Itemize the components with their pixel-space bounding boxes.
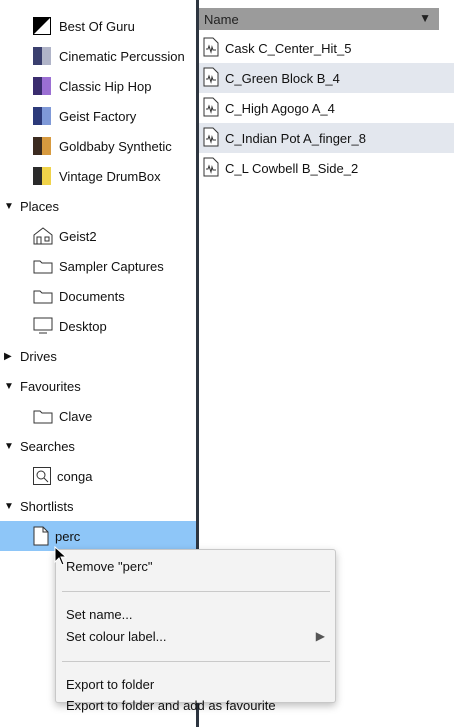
place-label: Sampler Captures — [59, 258, 164, 274]
file-row[interactable]: C_High Agogo A_4 — [199, 93, 454, 123]
place-label: Desktop — [59, 318, 107, 334]
search-icon — [33, 467, 51, 485]
menu-item-remove[interactable]: Remove "perc" — [66, 558, 153, 576]
kit-icon — [33, 17, 51, 35]
section-label: Drives — [20, 348, 57, 364]
favourite-label: Clave — [59, 408, 93, 424]
section-searches[interactable]: ▼ Searches — [0, 431, 196, 461]
section-shortlists[interactable]: ▼ Shortlists — [0, 491, 196, 521]
kit-icon — [33, 47, 51, 65]
mouse-pointer-icon — [54, 545, 68, 569]
folder-icon — [33, 408, 53, 424]
desktop-icon — [33, 317, 53, 335]
kit-label: Best Of Guru — [59, 18, 135, 34]
expanded-arrow-icon[interactable]: ▼ — [4, 501, 18, 512]
collapsed-arrow-icon[interactable]: ▶ — [4, 351, 18, 362]
folder-icon — [33, 288, 53, 304]
file-name: Cask C_Center_Hit_5 — [225, 40, 352, 56]
kit-label: Classic Hip Hop — [59, 78, 152, 94]
menu-separator — [62, 661, 330, 662]
search-label: conga — [57, 468, 93, 484]
sort-arrow-icon[interactable]: ▼ — [419, 11, 431, 25]
section-places[interactable]: ▼ Places — [0, 191, 196, 221]
menu-item-export-and-favourite[interactable]: Export to folder and add as favourite — [66, 697, 276, 715]
kit-icon — [33, 167, 51, 185]
kit-label: Vintage DrumBox — [59, 168, 161, 184]
kit-item-goldbaby-synthetic[interactable]: Goldbaby Synthetic — [0, 131, 196, 161]
section-label: Searches — [20, 438, 75, 454]
kit-item-vintage-drumbox[interactable]: Vintage DrumBox — [0, 161, 196, 191]
section-drives[interactable]: ▶ Drives — [0, 341, 196, 371]
expanded-arrow-icon[interactable]: ▼ — [4, 441, 18, 452]
file-name: C_High Agogo A_4 — [225, 100, 335, 116]
expanded-arrow-icon[interactable]: ▼ — [4, 381, 18, 392]
audio-file-icon — [203, 37, 219, 60]
audio-file-icon — [203, 67, 219, 90]
place-label: Geist2 — [59, 228, 97, 244]
kit-label: Goldbaby Synthetic — [59, 138, 172, 154]
file-name: C_L Cowbell B_Side_2 — [225, 160, 359, 176]
expanded-arrow-icon[interactable]: ▼ — [4, 201, 18, 212]
place-item-geist2[interactable]: Geist2 — [0, 221, 196, 251]
column-header-label: Name — [204, 11, 239, 27]
place-item-documents[interactable]: Documents — [0, 281, 196, 311]
folder-icon — [33, 258, 53, 274]
file-row[interactable]: Cask C_Center_Hit_5 — [199, 33, 454, 63]
home-folder-icon — [33, 227, 53, 245]
section-label: Shortlists — [20, 498, 74, 514]
kit-icon — [33, 137, 51, 155]
audio-file-icon — [203, 157, 219, 180]
place-item-desktop[interactable]: Desktop — [0, 311, 196, 341]
shortlist-item-perc[interactable]: perc — [0, 521, 196, 551]
context-menu: Remove "perc" Set name... Set colour lab… — [55, 549, 336, 713]
file-row[interactable]: C_Green Block B_4 — [199, 63, 454, 93]
file-row[interactable]: C_Indian Pot A_finger_8 — [199, 123, 454, 153]
file-row[interactable]: C_L Cowbell B_Side_2 — [199, 153, 454, 183]
menu-item-set-colour-label[interactable]: Set colour label... — [66, 628, 166, 646]
kit-item-cinematic-percussion[interactable]: Cinematic Percussion — [0, 41, 196, 71]
kit-icon — [33, 77, 51, 95]
menu-separator — [62, 591, 330, 592]
kit-label: Cinematic Percussion — [59, 48, 185, 64]
audio-file-icon — [203, 127, 219, 150]
search-item-conga[interactable]: conga — [0, 461, 196, 491]
kit-item-classic-hip-hop[interactable]: Classic Hip Hop — [0, 71, 196, 101]
section-label: Places — [20, 198, 60, 214]
audio-file-icon — [203, 97, 219, 120]
kit-item-best-of-guru[interactable]: Best Of Guru — [0, 11, 196, 41]
file-name: C_Green Block B_4 — [225, 70, 340, 86]
shortlist-label: perc — [55, 528, 81, 544]
file-name: C_Indian Pot A_finger_8 — [225, 130, 366, 146]
place-label: Documents — [59, 288, 125, 304]
favourite-item-clave[interactable]: Clave — [0, 401, 196, 431]
kit-icon — [33, 107, 51, 125]
menu-item-set-name[interactable]: Set name... — [66, 606, 132, 624]
document-icon — [33, 526, 49, 546]
name-column-header[interactable]: Name ▼ — [199, 8, 439, 30]
menu-item-export-to-folder[interactable]: Export to folder — [66, 676, 154, 694]
section-label: Favourites — [20, 378, 81, 394]
submenu-arrow-icon: ▶ — [315, 629, 325, 643]
section-favourites[interactable]: ▼ Favourites — [0, 371, 196, 401]
kit-item-geist-factory[interactable]: Geist Factory — [0, 101, 196, 131]
kit-label: Geist Factory — [59, 108, 137, 124]
place-item-sampler-captures[interactable]: Sampler Captures — [0, 251, 196, 281]
